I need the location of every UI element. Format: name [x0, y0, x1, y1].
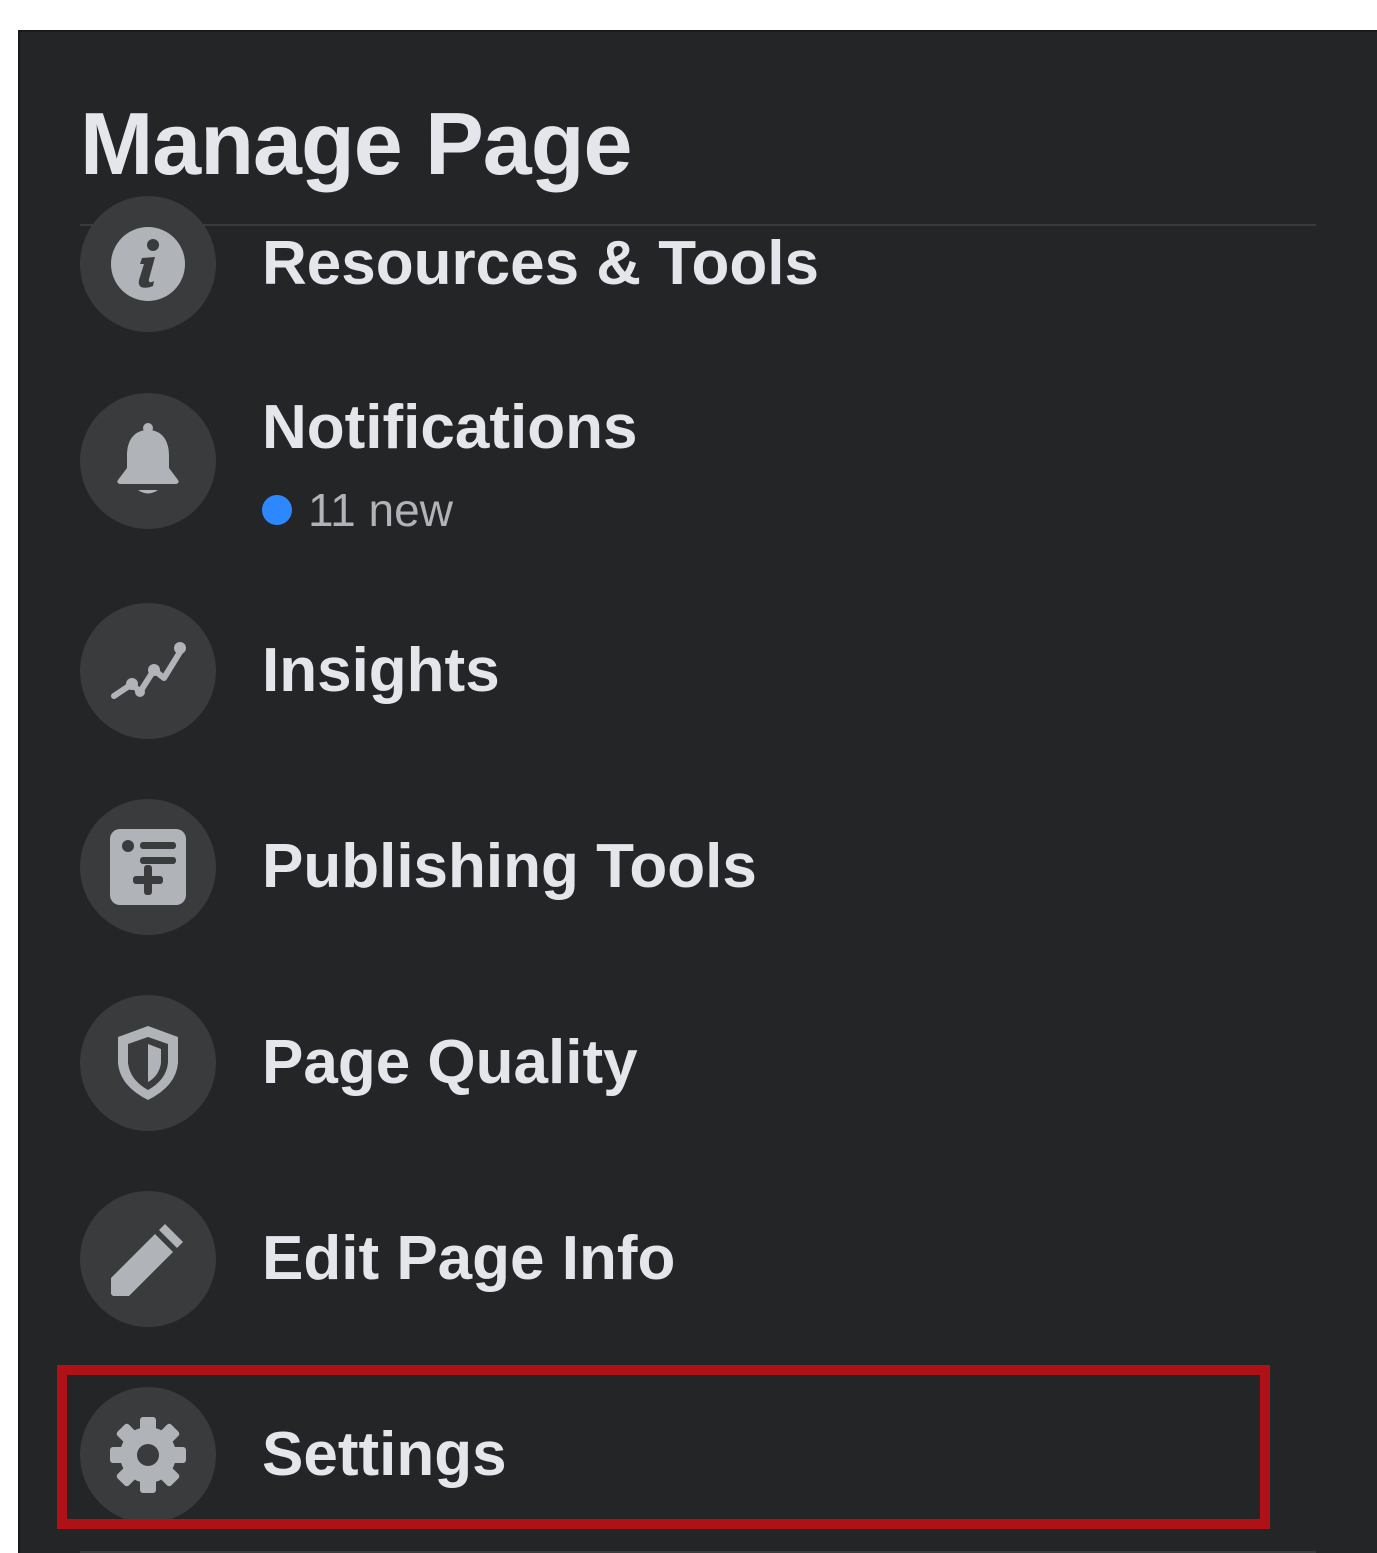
menu-item-label: Page Quality — [262, 1028, 638, 1097]
icon-circle — [80, 196, 216, 332]
menu-item-edit-page-info[interactable]: Edit Page Info — [80, 1191, 1260, 1327]
icon-circle — [80, 995, 216, 1131]
notification-count: 11 new — [262, 487, 453, 533]
menu-item-label: Publishing Tools — [262, 832, 757, 901]
menu-item-label: Insights — [262, 636, 500, 705]
menu-item-label: Resources & Tools — [262, 229, 820, 298]
menu-item-label: Edit Page Info — [262, 1224, 676, 1293]
icon-circle — [80, 393, 216, 529]
settings-highlight-box — [57, 1365, 1270, 1529]
pencil-icon — [108, 1219, 188, 1299]
menu-item-insights[interactable]: Insights — [80, 603, 1260, 739]
menu-item-resources-tools[interactable]: Resources & Tools — [80, 196, 1260, 332]
icon-circle — [80, 799, 216, 935]
bell-icon — [113, 421, 183, 501]
menu-item-page-quality[interactable]: Page Quality — [80, 995, 1260, 1131]
menu-item-notifications[interactable]: Notifications 11 new — [80, 393, 1260, 533]
icon-circle — [80, 1191, 216, 1327]
new-indicator-dot — [262, 495, 292, 525]
menu-item-publishing-tools[interactable]: Publishing Tools — [80, 799, 1260, 935]
info-icon — [108, 224, 188, 304]
icon-circle — [80, 603, 216, 739]
insights-chart-icon — [108, 636, 188, 706]
manage-page-menu: Resources & Tools Notifications 11 new I… — [20, 32, 1377, 1553]
notification-count-text: 11 new — [308, 484, 453, 536]
publishing-list-icon — [108, 827, 188, 907]
shield-icon — [113, 1023, 183, 1103]
menu-item-label: Notifications — [262, 393, 638, 462]
manage-page-panel: Manage Page Resources & Tools Notificati… — [18, 30, 1377, 1553]
